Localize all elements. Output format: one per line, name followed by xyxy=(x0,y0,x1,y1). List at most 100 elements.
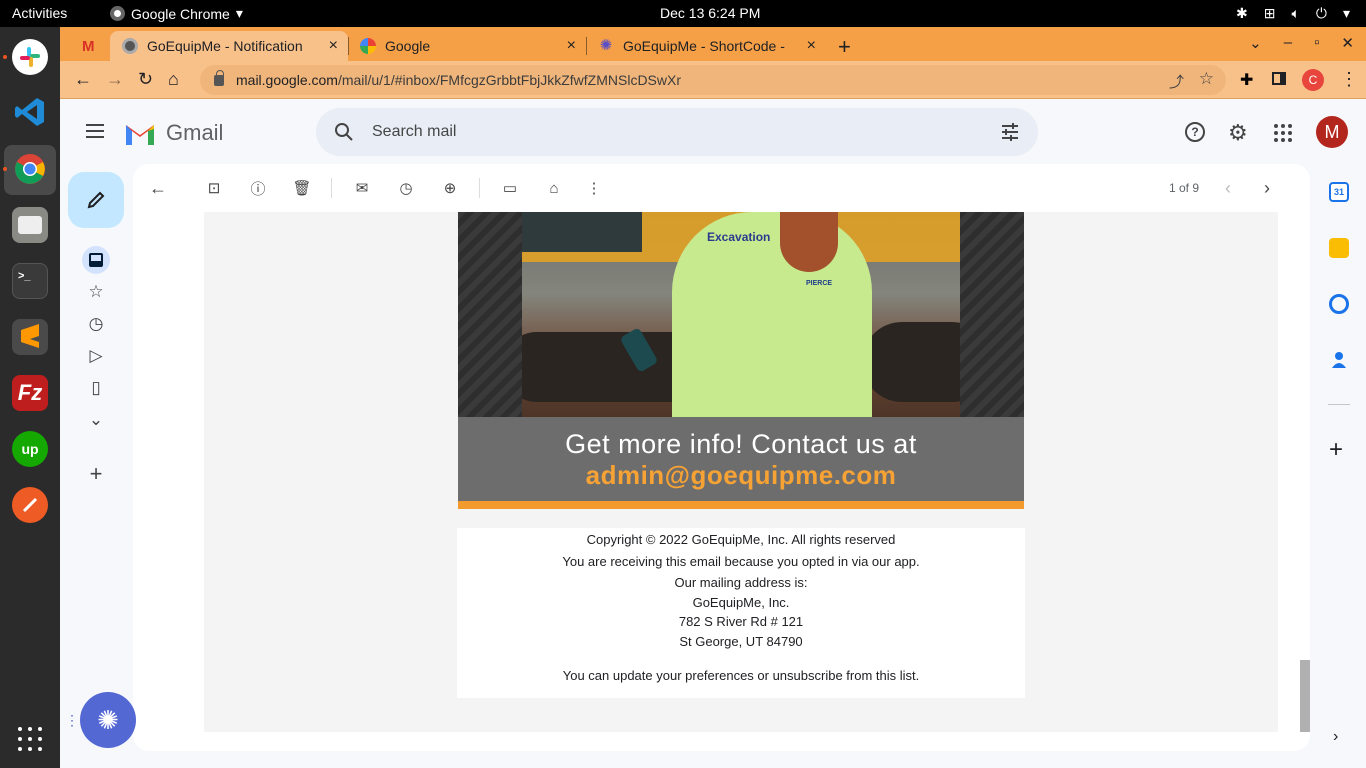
gmail-favicon-icon: M xyxy=(82,37,95,55)
sent-icon[interactable]: ▷ xyxy=(82,342,110,370)
settings-gear-icon[interactable]: ⚙ xyxy=(1228,120,1248,146)
archive-icon[interactable]: ⊡ xyxy=(204,178,224,198)
new-tab-button[interactable]: + xyxy=(838,34,851,60)
tab-title: GoEquipMe - Notification xyxy=(147,38,303,54)
sparkle-icon: ✺ xyxy=(97,704,119,735)
gmail-header: Gmail Search mail ? ⚙ M xyxy=(60,100,1366,164)
starred-icon[interactable]: ☆ xyxy=(82,278,110,306)
help-icon[interactable]: ? xyxy=(1185,122,1205,142)
lock-icon[interactable] xyxy=(214,69,224,86)
tab-pinned-gmail[interactable]: M xyxy=(70,31,110,61)
excavation-sign: Excavation xyxy=(707,230,771,244)
more-chevron-down-icon[interactable]: ⌄ xyxy=(82,406,110,434)
tab-goequipme-notification[interactable]: GoEquipMe - Notification × xyxy=(110,31,348,61)
main-menu-icon[interactable] xyxy=(86,124,104,138)
maximize-icon[interactable]: ▫ xyxy=(1314,34,1319,52)
side-panel-icon[interactable] xyxy=(1272,72,1286,85)
contact-email-link[interactable]: admin@goequipme.com xyxy=(458,460,1024,491)
extensions-puzzle-icon[interactable]: ✚ xyxy=(1240,70,1253,90)
calendar-icon[interactable]: 31 xyxy=(1329,182,1349,202)
forward-icon[interactable]: → xyxy=(106,69,124,90)
profile-avatar[interactable]: C xyxy=(1302,69,1324,91)
snooze-clock-icon[interactable]: ◷ xyxy=(396,178,416,198)
vscode-icon[interactable] xyxy=(12,94,48,130)
search-icon[interactable] xyxy=(334,122,354,142)
home-icon[interactable]: ⌂ xyxy=(168,69,179,90)
search-mail-input[interactable]: Search mail xyxy=(316,108,1038,156)
city-address: St George, UT 84790 xyxy=(679,634,803,649)
keep-icon[interactable] xyxy=(1329,238,1349,258)
activities-button[interactable]: Activities xyxy=(12,5,67,21)
files-icon[interactable] xyxy=(12,207,48,243)
power-icon[interactable]: ⏻ xyxy=(1316,5,1327,22)
google-favicon-icon xyxy=(360,38,376,54)
tab-search-icon[interactable]: ⌄ xyxy=(1249,34,1262,52)
floating-extension-button[interactable]: ✺ xyxy=(80,692,136,748)
network-icon[interactable]: ⊞ xyxy=(1264,5,1276,22)
slack-icon[interactable] xyxy=(12,39,48,75)
add-label-plus-icon[interactable]: + xyxy=(82,460,110,488)
reload-icon[interactable]: ↻ xyxy=(138,69,153,90)
filezilla-icon[interactable]: Fz xyxy=(12,375,48,411)
label-tag-icon[interactable]: ⌂ xyxy=(544,178,564,198)
report-spam-icon[interactable]: ⓘ xyxy=(248,178,268,198)
tab-strip: M GoEquipMe - Notification × Google × ✺ … xyxy=(60,27,1366,61)
gmail-wordmark: Gmail xyxy=(166,120,224,145)
upwork-icon[interactable]: up xyxy=(12,431,48,467)
compose-button[interactable] xyxy=(68,172,124,228)
inbox-icon[interactable] xyxy=(82,246,110,274)
google-apps-icon[interactable] xyxy=(1274,124,1292,142)
mailing-label: Our mailing address is: xyxy=(674,575,808,590)
close-tab-icon[interactable]: × xyxy=(567,37,576,55)
bookmark-star-icon[interactable]: ☆ xyxy=(1199,69,1214,89)
sublime-text-icon[interactable] xyxy=(12,319,48,355)
share-icon[interactable]: ⤴ xyxy=(1169,71,1184,92)
tab-goequipme-shortcode[interactable]: ✺ GoEquipMe - ShortCode - × xyxy=(586,31,826,61)
newer-chevron-left-icon[interactable]: ‹ xyxy=(1218,178,1238,198)
volume-icon[interactable]: 🔈︎ xyxy=(1291,5,1299,22)
add-to-tasks-icon[interactable]: ⊕ xyxy=(440,178,460,198)
address-bar[interactable]: mail.google.com/mail/u/1/#inbox/FMfcgzGr… xyxy=(200,65,1226,95)
tasks-icon[interactable] xyxy=(1329,294,1349,314)
terminal-icon[interactable]: >_ xyxy=(12,263,48,299)
close-window-icon[interactable]: ✕ xyxy=(1341,34,1354,52)
system-tray[interactable]: ✱ ⊞ 🔈︎ ⏻ ▾ xyxy=(1236,5,1350,22)
unsubscribe-text[interactable]: You can update your preferences or unsub… xyxy=(457,668,1025,683)
search-options-icon[interactable] xyxy=(1000,122,1020,142)
side-panel: 31 + › xyxy=(1310,164,1366,768)
get-addons-plus-icon[interactable]: + xyxy=(1329,436,1343,464)
search-placeholder: Search mail xyxy=(372,123,457,140)
mark-unread-mail-icon[interactable]: ✉ xyxy=(352,178,372,198)
account-avatar[interactable]: M xyxy=(1316,116,1348,148)
contacts-icon[interactable] xyxy=(1329,350,1349,370)
snoozed-clock-icon[interactable]: ◷ xyxy=(82,310,110,338)
chrome-icon[interactable] xyxy=(12,151,48,187)
show-side-panel-chevron-icon[interactable]: › xyxy=(1333,728,1338,746)
clock[interactable]: Dec 13 6:24 PM xyxy=(660,5,760,21)
running-indicator xyxy=(3,167,7,171)
caret-down-icon[interactable]: ▾ xyxy=(1343,5,1350,22)
app-menu[interactable]: Google Chrome ▾ xyxy=(110,5,243,22)
drafts-icon[interactable]: ▯ xyxy=(82,374,110,402)
slack-tray-icon[interactable]: ✱ xyxy=(1236,5,1248,22)
back-to-inbox-icon[interactable]: ← xyxy=(148,178,168,198)
move-to-folder-icon[interactable]: ▭ xyxy=(500,178,520,198)
show-applications-icon[interactable] xyxy=(18,727,42,751)
more-options-icon[interactable]: ⋮ xyxy=(584,178,604,198)
minimize-icon[interactable]: – xyxy=(1284,34,1292,52)
gmail-logo[interactable]: Gmail xyxy=(124,120,223,146)
postman-icon[interactable] xyxy=(12,487,48,523)
back-icon[interactable]: ← xyxy=(74,69,92,90)
close-tab-icon[interactable]: × xyxy=(329,37,338,55)
orange-stripe xyxy=(458,501,1024,509)
excavator-cab xyxy=(522,212,642,252)
close-tab-icon[interactable]: × xyxy=(807,37,816,55)
chrome-menu-icon[interactable]: ⋮ xyxy=(1340,69,1358,90)
older-chevron-right-icon[interactable]: › xyxy=(1257,178,1277,198)
scrollbar-thumb[interactable] xyxy=(1300,660,1310,732)
cta-text: Get more info! Contact us at xyxy=(565,429,917,459)
tab-google[interactable]: Google × xyxy=(348,31,586,61)
delete-trash-icon[interactable]: 🗑︎ xyxy=(292,178,312,198)
url-path: /mail/u/1/#inbox/FMfcgzGrbbtFbjJkkZfwfZM… xyxy=(337,72,682,88)
dock: >_ Fz up xyxy=(0,27,60,768)
